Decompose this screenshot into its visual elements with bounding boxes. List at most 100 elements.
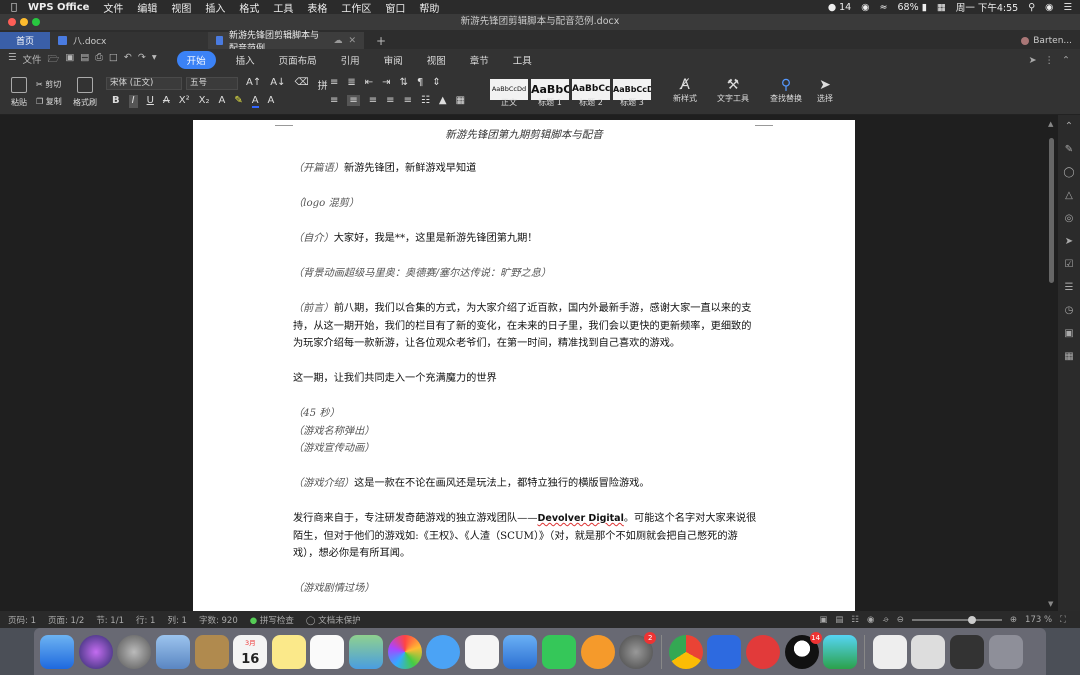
apple-icon[interactable]:  — [0, 2, 28, 13]
grow-font-icon[interactable]: A↑ — [246, 77, 261, 92]
zoom-in-icon[interactable]: ⊕ — [1010, 615, 1017, 625]
mail-stamp-icon[interactable] — [156, 634, 191, 669]
zoom-slider[interactable] — [911, 615, 1002, 624]
contacts-icon[interactable] — [194, 634, 229, 669]
clock[interactable]: 周一 下午4:55 — [956, 0, 1018, 14]
tab-chapter[interactable]: 章节 — [470, 53, 489, 67]
status-page[interactable]: 页码: 1 — [8, 614, 36, 626]
outline-view-icon[interactable]: ☷ — [851, 615, 859, 625]
fit-page-icon[interactable]: ⛶ — [1060, 615, 1066, 625]
wifi-icon[interactable]: ≈ — [880, 2, 888, 13]
reminders-icon[interactable] — [310, 634, 345, 669]
keynote-icon[interactable] — [503, 634, 538, 669]
preview-icon[interactable]: □ — [109, 52, 118, 68]
translate-icon[interactable]: ▣ — [1058, 322, 1080, 345]
calendar-icon[interactable]: 3月 16 — [233, 634, 268, 669]
input-method-icon[interactable]: ▦ — [937, 2, 946, 13]
read-mode-icon[interactable]: ⌮ — [882, 615, 888, 625]
justify-icon[interactable]: ≡ — [386, 95, 394, 106]
phonetic-icon[interactable]: 拼 — [318, 77, 328, 92]
bold-icon[interactable]: B — [112, 95, 120, 108]
zoom-level[interactable]: 173 % — [1025, 615, 1052, 625]
find-replace-button[interactable]: ⚲ 查找替换 — [764, 77, 808, 104]
menu-table[interactable]: 表格 — [307, 0, 327, 15]
menu-insert[interactable]: 插入 — [205, 0, 225, 15]
lock-icon[interactable]: ☑ — [1058, 253, 1080, 276]
customize-toolbar-icon[interactable]: ▾ — [152, 52, 157, 68]
navigate-icon[interactable]: ◎ — [1058, 207, 1080, 230]
tab-references[interactable]: 引用 — [341, 53, 360, 67]
settings-icon[interactable]: ☰ — [1058, 276, 1080, 299]
tab-review[interactable]: 审阅 — [384, 53, 403, 67]
shapes-icon[interactable]: ◯ — [1058, 161, 1080, 184]
tab-document-1[interactable]: 八.docx — [50, 32, 208, 49]
italic-icon[interactable]: I — [128, 95, 138, 108]
close-window-button[interactable] — [8, 18, 16, 26]
font-size-select[interactable]: 五号 — [186, 77, 238, 90]
paste-button[interactable]: 粘贴 — [4, 75, 34, 108]
menu-file[interactable]: 文件 — [103, 0, 123, 15]
decrease-indent-icon[interactable]: ⇤ — [365, 77, 373, 88]
tab-view[interactable]: 视图 — [427, 53, 446, 67]
document-page[interactable]: 新游先锋团第九期剪辑脚本与配音 （开篇语）新游先锋团，新鲜游戏早知道 （logo… — [193, 120, 855, 611]
distribute-icon[interactable]: ≡ — [404, 95, 412, 106]
spotlight-icon[interactable]: ⚲ — [1028, 2, 1035, 13]
doc-protect-status[interactable]: ◯ 文档未保护 — [306, 614, 361, 626]
copy-button[interactable]: ❐ 复制 — [36, 96, 62, 107]
redo-icon[interactable]: ↷ — [138, 52, 146, 68]
page-view-icon[interactable]: ▤ — [835, 615, 843, 625]
border-icon[interactable]: ▦ — [456, 95, 465, 106]
zoom-out-icon[interactable]: ⊖ — [897, 615, 904, 625]
subscript-icon[interactable]: X₂ — [199, 95, 210, 108]
collapse-ribbon-icon[interactable]: ⌃ — [1062, 55, 1070, 66]
numbers-icon[interactable] — [464, 634, 499, 669]
font-family-select[interactable]: 宋体 (正文) — [106, 77, 182, 90]
menu-hamburger-icon[interactable]: ☰ — [8, 52, 17, 68]
open-icon[interactable]: 🗁 — [48, 52, 60, 68]
minimize-window-button[interactable] — [20, 18, 28, 26]
file-menu-button[interactable]: 文件 — [23, 52, 42, 68]
new-tab-button[interactable]: + — [364, 32, 398, 49]
align-left-icon[interactable]: ≡ — [330, 95, 338, 106]
shrink-font-icon[interactable]: A↓ — [270, 77, 285, 92]
highlight-icon[interactable]: ✎ — [234, 95, 242, 108]
char-border-icon[interactable]: A — [268, 95, 275, 108]
video-player-icon[interactable] — [823, 634, 858, 669]
menu-format[interactable]: 格式 — [239, 0, 259, 15]
text-tools-button[interactable]: ⚒ 文字工具 — [712, 77, 754, 104]
shading-icon[interactable]: ▲ — [439, 95, 447, 106]
menu-view[interactable]: 视图 — [171, 0, 191, 15]
menubar-extra-icon[interactable]: ◉ — [861, 2, 869, 13]
new-style-button[interactable]: A̸ 新样式 — [668, 77, 702, 104]
style-icon[interactable]: △ — [1058, 184, 1080, 207]
zoom-window-button[interactable] — [32, 18, 40, 26]
clear-format-icon[interactable]: ⌫ — [294, 77, 308, 92]
image-icon[interactable]: ▦ — [1058, 345, 1080, 368]
siri-icon[interactable]: ◉ — [1045, 2, 1053, 13]
web-view-icon[interactable]: ◉ — [867, 615, 874, 625]
scroll-up-arrow[interactable]: ▲ — [1048, 120, 1053, 128]
select-button[interactable]: ➤ 选择 — [810, 77, 840, 104]
siri-icon[interactable] — [78, 634, 113, 669]
bullet-list-icon[interactable]: ≡ — [330, 77, 338, 88]
spell-check-status[interactable]: ● 拼写检查 — [250, 614, 294, 626]
underline-icon[interactable]: U — [147, 95, 154, 108]
qq-icon[interactable]: 14 — [784, 631, 822, 669]
increase-indent-icon[interactable]: ⇥ — [382, 77, 390, 88]
vertical-scrollbar[interactable]: ▲ ▼ — [1048, 120, 1056, 608]
sort-icon[interactable]: ⇅ — [400, 77, 408, 88]
font-color-icon[interactable]: A — [251, 95, 259, 108]
tab-page-layout[interactable]: 页面布局 — [279, 53, 317, 67]
netease-music-icon[interactable] — [745, 634, 780, 669]
menu-edit[interactable]: 编辑 — [137, 0, 157, 15]
messages-icon[interactable] — [426, 634, 461, 669]
menu-window[interactable]: 窗口 — [385, 0, 405, 15]
history-icon[interactable]: ◷ — [1058, 299, 1080, 322]
chrome-icon[interactable] — [668, 634, 703, 669]
format-painter-button[interactable]: 格式刷 — [70, 75, 100, 108]
notes-icon[interactable] — [271, 634, 306, 669]
numbered-list-icon[interactable]: ≣ — [347, 77, 355, 88]
photos-icon[interactable] — [387, 634, 422, 669]
screenshot-stack-icon[interactable] — [949, 634, 984, 669]
align-center-icon[interactable]: ≡ — [347, 95, 360, 106]
